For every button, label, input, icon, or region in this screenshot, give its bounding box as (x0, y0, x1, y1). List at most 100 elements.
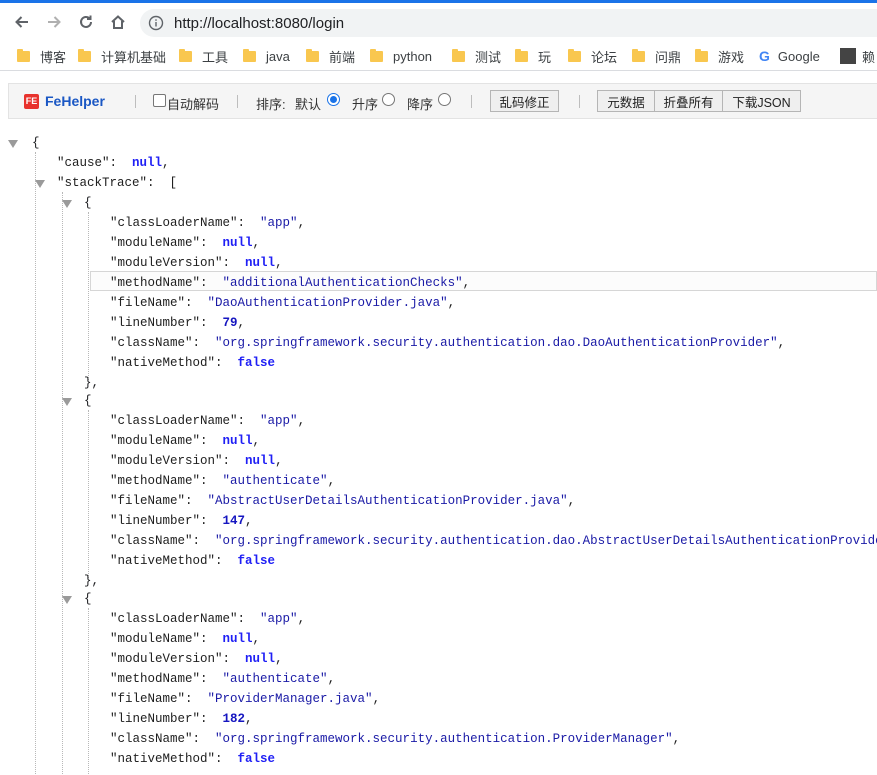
google-icon: G (759, 48, 770, 64)
json-line[interactable]: "className": "org.springframework.securi… (110, 333, 785, 353)
auto-decode-checkbox[interactable] (153, 94, 166, 107)
bookmark-item[interactable]: G Google (759, 47, 820, 65)
fehelper-name: FeHelper (45, 93, 105, 109)
download-json-button[interactable]: 下载JSON (722, 90, 801, 112)
json-line[interactable]: "moduleName": null, (110, 233, 260, 253)
bookmark-item[interactable]: 游戏 (695, 47, 744, 65)
bookmark-label: 计算机基础 (101, 49, 167, 65)
json-line[interactable]: "methodName": "authenticate", (110, 471, 335, 491)
json-line[interactable]: "fileName": "ProviderManager.java", (110, 689, 380, 709)
indent-guide (88, 608, 89, 775)
reload-icon (80, 15, 92, 28)
bookmark-item[interactable]: 测试 (452, 47, 501, 65)
json-line[interactable]: "classLoaderName": "app", (110, 213, 305, 233)
fix-encoding-button[interactable]: 乱码修正 (490, 90, 559, 112)
address-bar[interactable]: http://localhost:8080/login (140, 9, 877, 37)
json-line[interactable]: "moduleName": null, (110, 431, 260, 451)
json-viewer: { "cause": null, "stackTrace": [ { "clas… (0, 130, 877, 775)
indent-guide (88, 410, 89, 578)
bookmark-item[interactable]: 计算机基础 (78, 47, 166, 65)
bookmark-item[interactable]: 博客 (17, 47, 66, 65)
bookmark-label: 博客 (40, 49, 67, 65)
bookmark-label: 论坛 (591, 49, 618, 65)
auto-decode-label: 自动解码 (167, 97, 220, 112)
frame-open-brace: { (84, 196, 92, 210)
home-icon (111, 15, 125, 29)
collapse-toggle-icon[interactable] (62, 200, 72, 208)
collapse-toggle-icon[interactable] (62, 398, 72, 406)
divider (471, 95, 472, 108)
bookmark-item[interactable]: python (370, 47, 432, 65)
json-line[interactable]: "moduleVersion": null, (110, 649, 283, 669)
json-line[interactable]: "fileName": "AbstractUserDetailsAuthenti… (110, 491, 575, 511)
sort-desc-radio[interactable] (438, 93, 451, 106)
site-info-icon[interactable] (148, 15, 164, 36)
json-line[interactable]: "classLoaderName": "app", (110, 609, 305, 629)
collapse-toggle-icon[interactable] (8, 140, 18, 148)
fehelper-logo[interactable]: FE FeHelper (24, 93, 105, 109)
sort-asc-label: 升序 (352, 97, 379, 112)
home-button[interactable] (105, 9, 131, 35)
json-line[interactable]: "methodName": "authenticate", (110, 669, 335, 689)
avatar-icon (840, 48, 856, 64)
sort-asc-radio[interactable] (382, 93, 395, 106)
bookmark-label: 工具 (202, 49, 229, 65)
forward-button[interactable] (41, 9, 67, 35)
folder-icon (78, 48, 91, 62)
json-line-stacktrace[interactable]: "stackTrace": [ (57, 173, 177, 193)
sort-default-label: 默认 (295, 97, 322, 112)
reload-button[interactable] (73, 9, 99, 35)
bookmark-item[interactable]: 前端 (306, 47, 355, 65)
sort-default-radio[interactable] (327, 93, 340, 106)
collapse-all-button[interactable]: 折叠所有 (654, 90, 723, 112)
fehelper-logo-icon: FE (24, 93, 39, 109)
sort-label: 排序: (256, 97, 286, 112)
json-line[interactable]: "moduleVersion": null, (110, 451, 283, 471)
bookmark-item[interactable]: 论坛 (568, 47, 617, 65)
json-line[interactable]: "nativeMethod": false (110, 353, 275, 373)
bookmark-label: 游戏 (718, 49, 745, 65)
json-line[interactable]: "fileName": "DaoAuthenticationProvider.j… (110, 293, 455, 313)
folder-icon (243, 48, 256, 62)
json-line[interactable]: "lineNumber": 147, (110, 511, 253, 531)
collapse-toggle-icon[interactable] (62, 596, 72, 604)
json-line[interactable]: "methodName": "additionalAuthenticationC… (110, 273, 470, 293)
back-button[interactable] (9, 9, 35, 35)
indent-guide (62, 192, 63, 775)
json-line[interactable]: "className": "org.springframework.securi… (110, 531, 877, 551)
divider (579, 95, 580, 108)
frame-close-brace: }, (84, 376, 100, 390)
json-line[interactable]: "nativeMethod": false (110, 551, 275, 571)
bookmark-label: java (266, 48, 290, 64)
bookmark-item[interactable]: 赖 (840, 47, 875, 65)
json-line[interactable]: "moduleVersion": null, (110, 253, 283, 273)
root-open-brace: { (32, 136, 40, 150)
bookmark-label: 测试 (475, 49, 502, 65)
json-line[interactable]: "className": "org.springframework.securi… (110, 729, 680, 749)
json-line[interactable]: "lineNumber": 79, (110, 313, 245, 333)
folder-icon (568, 48, 581, 62)
folder-icon (306, 48, 319, 62)
json-line-cause[interactable]: "cause": null, (57, 153, 170, 173)
folder-icon (370, 48, 383, 62)
metadata-button[interactable]: 元数据 (597, 90, 655, 112)
divider (135, 95, 136, 108)
bookmark-label: 赖 (862, 49, 876, 65)
frame-open-brace: { (84, 394, 92, 408)
indent-guide (88, 212, 89, 380)
bookmark-item[interactable]: 问鼎 (632, 47, 681, 65)
json-line[interactable]: "nativeMethod": false (110, 749, 275, 769)
json-line[interactable]: "moduleName": null, (110, 629, 260, 649)
collapse-toggle-icon[interactable] (35, 180, 45, 188)
bookmark-label: python (393, 48, 433, 64)
divider (237, 95, 238, 108)
bookmark-item[interactable]: java (243, 47, 290, 65)
json-line[interactable]: "classLoaderName": "app", (110, 411, 305, 431)
fehelper-toolbar: FE FeHelper 自动解码 排序: 默认 升序 降序 乱码修正 元数据 折… (8, 83, 877, 119)
bookmarks-bar: 博客 计算机基础 工具 java 前端 python 测试 玩 论坛 问鼎 游戏… (0, 40, 877, 71)
bookmark-item[interactable]: 工具 (179, 47, 228, 65)
json-line[interactable]: "lineNumber": 182, (110, 709, 253, 729)
frame-close-brace: }, (84, 574, 100, 588)
bookmark-item[interactable]: 玩 (515, 47, 551, 65)
folder-icon (179, 48, 192, 62)
